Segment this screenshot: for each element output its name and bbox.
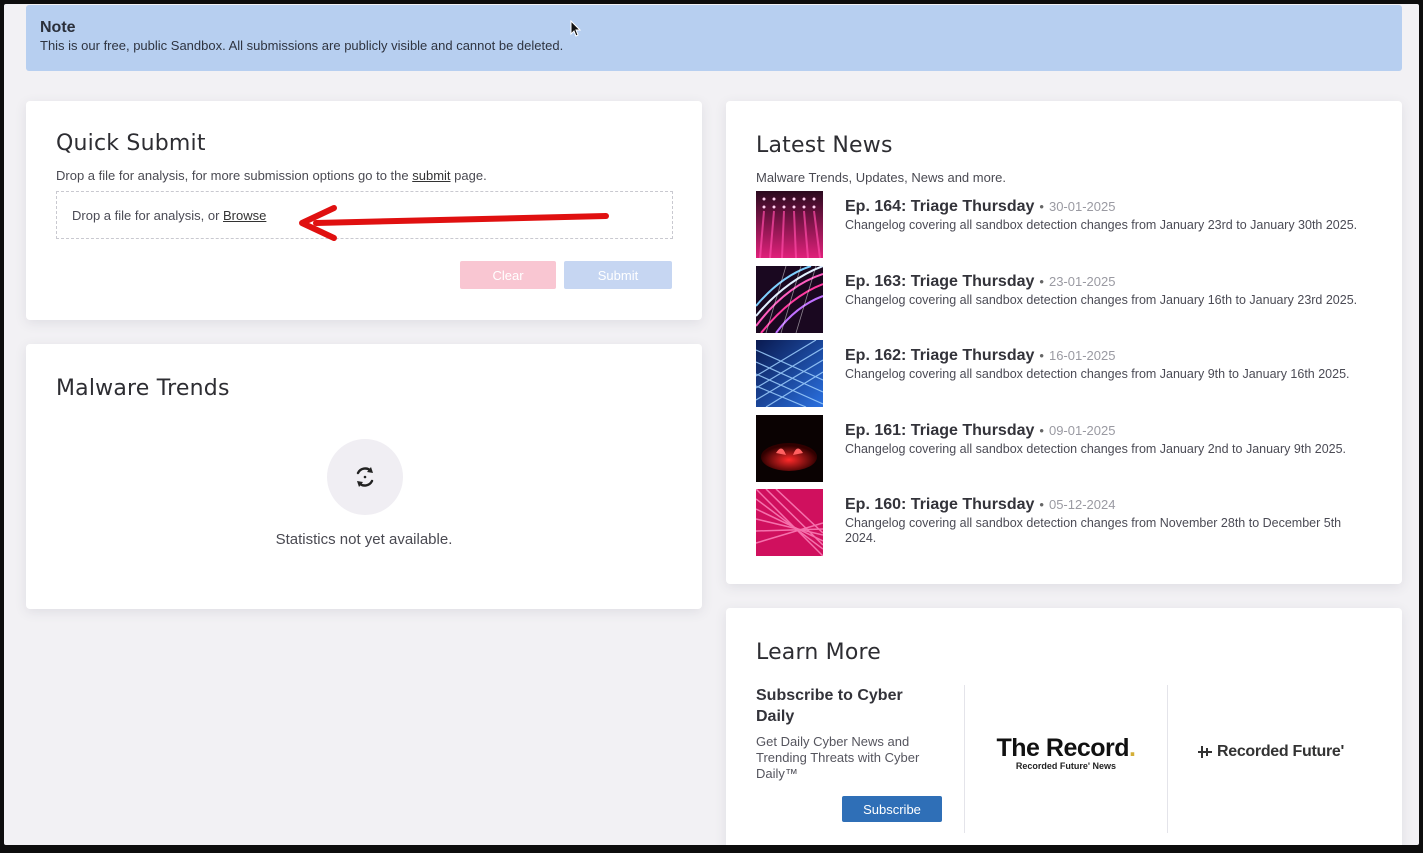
news-title[interactable]: Ep. 162: Triage Thursday xyxy=(845,347,1034,364)
news-item[interactable]: Ep. 162: Triage Thursday • 16-01-2025 Chan… xyxy=(756,340,1372,415)
quick-submit-subtitle: Drop a file for analysis, for more submi… xyxy=(56,168,672,183)
subscribe-section: Subscribe to Cyber Daily Get Daily Cyber… xyxy=(756,685,965,833)
news-description: Changelog covering all sandbox detection… xyxy=(845,292,1358,307)
news-body: Ep. 163: Triage Thursday • 23-01-2025 Chan… xyxy=(845,266,1365,341)
loading-spinner xyxy=(327,439,403,515)
news-body: Ep. 164: Triage Thursday • 30-01-2025 Chan… xyxy=(845,191,1365,266)
submit-page-link[interactable]: submit xyxy=(412,168,450,183)
news-date: 23-01-2025 xyxy=(1048,273,1116,289)
news-heading: Ep. 164: Triage Thursday • 30-01-2025 xyxy=(845,198,1365,216)
the-record-logo: The Record. xyxy=(996,733,1137,763)
red-annotation-arrow-icon xyxy=(299,205,609,241)
malware-trends-title: Malware Trends xyxy=(56,376,230,401)
dropzone-text: Drop a file for analysis, or xyxy=(72,208,224,223)
recorded-future-logo-text: Recorded Future' xyxy=(1216,743,1345,760)
mouse-cursor-icon xyxy=(570,20,582,37)
news-separator: • xyxy=(1039,199,1044,214)
news-heading: Ep. 163: Triage Thursday • 23-01-2025 xyxy=(845,273,1365,291)
quick-submit-actions: Clear Submit xyxy=(460,261,672,289)
latest-news-title: Latest News xyxy=(756,133,893,158)
learn-more-columns: Subscribe to Cyber Daily Get Daily Cyber… xyxy=(756,685,1372,833)
news-description: Changelog covering all sandbox detection… xyxy=(845,441,1347,456)
notice-banner: Note This is our free, public Sandbox. A… xyxy=(26,5,1402,71)
recorded-future-logo: Recorded Future' xyxy=(1196,743,1344,761)
news-title[interactable]: Ep. 164: Triage Thursday xyxy=(845,198,1034,215)
the-record-logo-subtitle: Recorded Future' News xyxy=(1015,760,1117,771)
news-item[interactable]: Ep. 163: Triage Thursday • 23-01-2025 Chan… xyxy=(756,265,1372,341)
subscribe-title: Subscribe to Cyber Daily xyxy=(756,687,903,725)
quick-submit-subtitle-suffix: page. xyxy=(450,168,487,183)
news-description: Changelog covering all sandbox detection… xyxy=(845,516,1342,545)
subscribe-description: Get Daily Cyber News and Trending Threat… xyxy=(756,734,920,781)
news-description: Changelog covering all sandbox detection… xyxy=(845,367,1350,381)
news-separator: • xyxy=(1039,348,1044,363)
refresh-icon xyxy=(356,467,374,487)
notice-title: Note xyxy=(40,19,76,36)
news-thumbnail-image xyxy=(756,265,823,333)
learn-more-title: Learn More xyxy=(756,640,882,665)
news-thumbnail-image xyxy=(756,414,823,482)
news-date: 05-12-2024 xyxy=(1048,497,1116,512)
malware-trends-card: Malware Trends Statistics not yet availa… xyxy=(26,344,702,609)
quick-submit-subtitle-prefix: Drop a file for analysis, for more submi… xyxy=(56,168,413,183)
news-title[interactable]: Ep. 161: Triage Thursday xyxy=(845,422,1034,439)
news-title[interactable]: Ep. 160: Triage Thursday xyxy=(845,496,1034,513)
news-thumbnail-image xyxy=(756,191,823,258)
news-date: 09-01-2025 xyxy=(1048,422,1116,438)
latest-news-card: Latest News Malware Trends, Updates, New… xyxy=(726,101,1402,584)
news-date: 16-01-2025 xyxy=(1048,348,1116,363)
latest-news-subtitle: Malware Trends, Updates, News and more. xyxy=(756,170,1006,185)
news-heading: Ep. 160: Triage Thursday • 05-12-2024 xyxy=(845,496,1365,514)
news-separator: • xyxy=(1039,273,1044,289)
notice-text: This is our free, public Sandbox. All su… xyxy=(40,38,564,53)
recorded-future-logo-link[interactable]: Recorded Future' xyxy=(1168,685,1372,833)
news-title[interactable]: Ep. 163: Triage Thursday xyxy=(845,273,1034,290)
news-body: Ep. 160: Triage Thursday • 05-12-2024 Chan… xyxy=(845,489,1365,564)
news-separator: • xyxy=(1039,422,1044,438)
news-thumbnail-image xyxy=(756,489,823,556)
news-body: Ep. 162: Triage Thursday • 16-01-2025 Chan… xyxy=(845,340,1365,415)
the-record-logo-text: The Record xyxy=(996,733,1130,762)
submit-button[interactable]: Submit xyxy=(564,261,672,289)
browse-link[interactable]: Browse xyxy=(223,208,266,223)
news-item[interactable]: Ep. 161: Triage Thursday • 09-01-2025 Chan… xyxy=(756,414,1372,490)
news-heading: Ep. 162: Triage Thursday • 16-01-2025 xyxy=(845,347,1365,365)
news-thumbnail-image xyxy=(756,340,823,407)
clear-button[interactable]: Clear xyxy=(460,261,556,289)
page-viewport: Note This is our free, public Sandbox. A… xyxy=(4,4,1419,845)
subscribe-button[interactable]: Subscribe xyxy=(842,796,942,822)
news-heading: Ep. 161: Triage Thursday • 09-01-2025 xyxy=(845,422,1365,440)
statistics-empty-text: Statistics not yet available. xyxy=(275,531,453,548)
news-description: Changelog covering all sandbox detection… xyxy=(845,218,1358,232)
quick-submit-title: Quick Submit xyxy=(56,131,206,156)
news-body: Ep. 161: Triage Thursday • 09-01-2025 Chan… xyxy=(845,415,1365,490)
news-date: 30-01-2025 xyxy=(1048,199,1116,214)
news-item[interactable]: Ep. 164: Triage Thursday • 30-01-2025 Chan… xyxy=(756,191,1372,266)
news-item[interactable]: Ep. 160: Triage Thursday • 05-12-2024 Chan… xyxy=(756,489,1372,564)
news-separator: • xyxy=(1039,497,1044,512)
news-list: Ep. 164: Triage Thursday • 30-01-2025 Chan… xyxy=(756,191,1372,564)
recorded-future-mark-icon xyxy=(1197,746,1212,758)
the-record-logo-link[interactable]: The Record. Recorded Future' News xyxy=(965,685,1168,833)
the-record-logo-dot: . xyxy=(1129,733,1136,762)
learn-more-card: Learn More Subscribe to Cyber Daily Get … xyxy=(726,608,1402,845)
